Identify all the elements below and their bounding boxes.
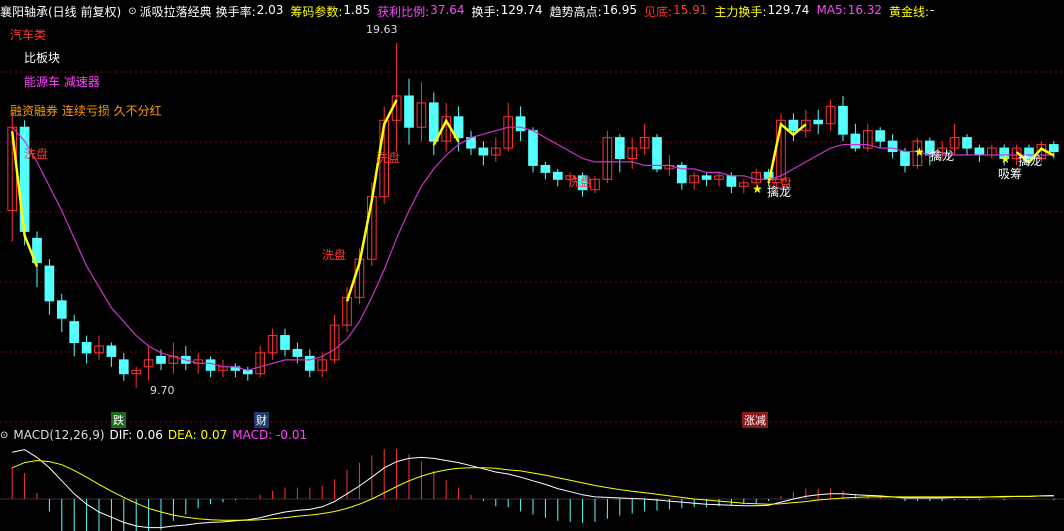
header-item-value: 1.85 <box>343 2 371 17</box>
chevron-down-icon[interactable]: ⊙ <box>128 6 136 17</box>
candle-body <box>838 105 848 135</box>
candle-body <box>900 151 910 166</box>
header-item-label: 换手率: <box>215 4 256 19</box>
candle-body <box>56 300 67 319</box>
header-item-label: 黄金线: <box>889 4 930 19</box>
candle-body <box>540 164 551 173</box>
candle-body <box>875 130 886 142</box>
tag-die[interactable]: 跌 <box>111 412 126 428</box>
candle-body <box>118 359 129 375</box>
star-icon: ★ <box>914 145 925 159</box>
candle-body <box>280 335 290 350</box>
header-item-label: 趋势高点: <box>549 4 602 19</box>
header-item-label: 见底: <box>643 4 673 19</box>
macd-label[interactable]: MACD(12,26,9) <box>13 428 104 442</box>
header-item-value: 15.91 <box>673 2 708 17</box>
star-icon: ★ <box>1000 152 1011 166</box>
candle-body <box>850 133 861 149</box>
xichou-label: 吸筹 <box>998 167 1023 181</box>
header-item-value: 16.95 <box>602 2 637 17</box>
candle-body <box>652 137 662 170</box>
qinlong-label-1: 擒龙 <box>767 185 792 199</box>
candle-body <box>813 119 824 125</box>
xipan-label-3: 洗盘 <box>376 151 401 165</box>
macd-dea: DEA: 0.07 <box>167 428 228 442</box>
candle-body <box>788 119 799 132</box>
candle-body <box>1048 144 1059 153</box>
sector-label-1: 汽车类 <box>10 28 47 42</box>
candle-body <box>69 321 80 343</box>
candle-body <box>726 175 737 187</box>
header-item-label: 获利比例: <box>377 4 430 19</box>
candle-body <box>205 359 216 371</box>
low-price-label: 9.70 <box>150 384 175 397</box>
tag-zhang[interactable]: 涨减 <box>742 412 768 428</box>
macd-dif: DIF: 0.06 <box>109 428 163 442</box>
candle-body <box>701 175 712 180</box>
candle-body <box>478 147 489 156</box>
sector-label-4: 融资融券 连续亏损 久不分红 <box>10 104 162 118</box>
candle-body <box>156 355 166 364</box>
candle-body <box>528 130 538 166</box>
candle-body <box>428 102 439 142</box>
macd-value: MACD: -0.01 <box>232 428 308 442</box>
candle-body <box>887 140 898 153</box>
signal-line <box>345 99 398 302</box>
header-item-label: 筹码参数: <box>290 4 343 19</box>
candle-body <box>292 348 303 357</box>
candle-body <box>962 137 972 149</box>
candle-body <box>974 147 985 156</box>
header-item-label: 换手: <box>471 4 500 19</box>
candle-body <box>106 345 117 357</box>
header-item-value: 2.03 <box>256 2 284 17</box>
settings-icon[interactable]: ⊙ <box>0 430 8 441</box>
indicator-name[interactable]: 派吸拉落经典 <box>140 3 212 20</box>
candle-body <box>44 265 55 302</box>
macd-header: ⊙ MACD(12,26,9) DIF: 0.06 DEA: 0.07 MACD… <box>0 427 312 443</box>
header-item-value: 16.32 <box>847 2 883 17</box>
star-icon: ★ <box>752 182 763 196</box>
header-items: 换手率: 2.03 筹码参数: 1.85 获利比例: 37.64 换手: 129.74 趋势高点… <box>216 3 942 20</box>
header-item-value: 37.64 <box>430 2 465 17</box>
header-bar: 襄阳轴承(日线 前复权) ⊙ 派吸拉落经典 换手率: 2.03 筹码参数: 1.85 获… <box>0 0 1064 22</box>
sector-label-2: 比板块 <box>24 51 61 65</box>
candlestick-chart[interactable] <box>0 22 1064 427</box>
xipan-label-2: 洗盘 <box>322 248 347 262</box>
stock-title[interactable]: 襄阳轴承(日线 前复权) <box>0 3 121 20</box>
sector-label-3: 能源车 减速器 <box>24 75 100 89</box>
xipan-label-4: 洗盘 <box>568 175 593 189</box>
candle-body <box>552 171 563 180</box>
candle-body <box>404 95 414 128</box>
header-item-value: 129.74 <box>767 2 810 17</box>
high-price-label: 19.63 <box>366 23 398 36</box>
header-item-value: - <box>930 2 935 17</box>
dif-line <box>12 449 1054 529</box>
macd-chart[interactable] <box>0 443 1064 531</box>
tag-cai[interactable]: 财 <box>254 412 269 428</box>
candle-body <box>614 137 625 159</box>
header-item-label: MA5: <box>816 2 847 17</box>
xipan-label-1: 洗盘 <box>24 147 49 161</box>
header-item-label: 主力换手: <box>714 4 767 19</box>
qinlong-label-2: 擒龙 <box>930 149 955 163</box>
header-item-value: 129.74 <box>500 2 543 17</box>
candle-body <box>81 342 92 354</box>
